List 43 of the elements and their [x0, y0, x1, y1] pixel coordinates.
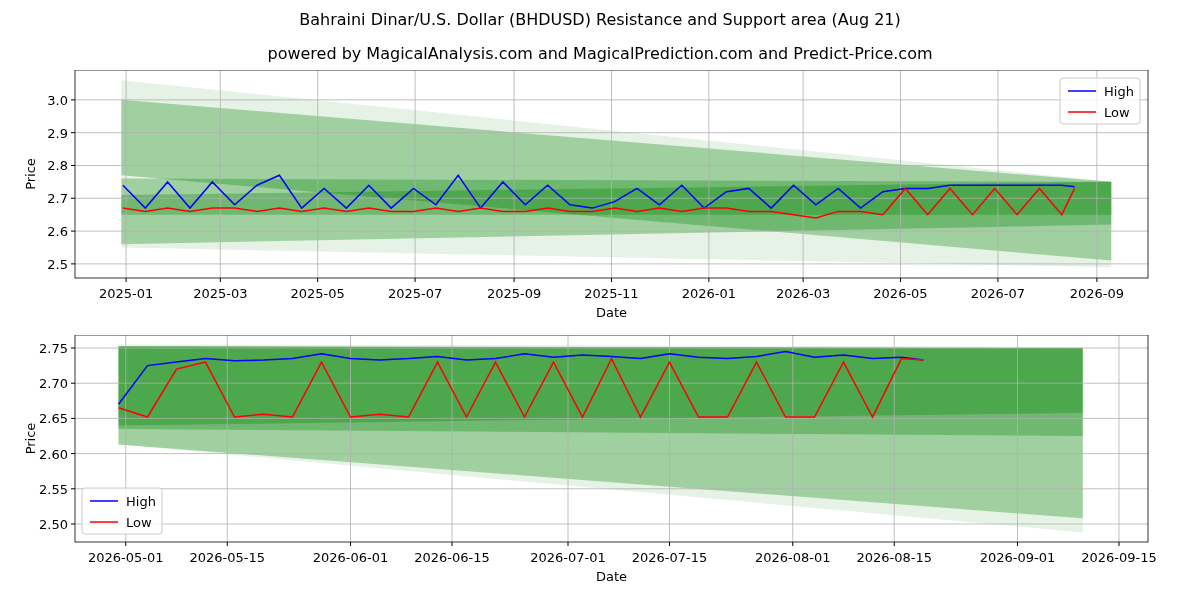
legend-label: High [1104, 84, 1134, 99]
x-tick-label: 2025-05 [290, 286, 345, 301]
x-tick-label: 2026-06-15 [414, 550, 490, 565]
x-tick-label: 2026-09-15 [1081, 550, 1157, 565]
x-tick-label: 2026-01 [681, 286, 737, 301]
legend-label: High [126, 494, 156, 509]
chart-subtitle: powered by MagicalAnalysis.com and MagicalPrediction.com and Predict-Price.com [266, 43, 934, 63]
x-tick-label: 2025-03 [193, 286, 248, 301]
x-tick-label: 2026-06-01 [312, 550, 389, 565]
chart-title: Bahraini Dinar/U.S. Dollar (BHDUSD) Resistance and Support area (Aug 21) [298, 9, 902, 31]
x-tick-label: 2026-07 [970, 286, 1026, 301]
y-tick-label: 2.55 [39, 481, 68, 497]
y-tick-label: 2.50 [39, 517, 68, 532]
x-tick-label: 2025-01 [98, 286, 154, 301]
y-tick-label: 2.70 [39, 376, 68, 392]
x-tick-label: 2026-05-15 [189, 550, 266, 565]
x-tick-label: 2026-07-01 [530, 550, 606, 565]
x-tick-label: 2025-09 [486, 286, 542, 301]
x-tick-label: 2026-09-01 [979, 550, 1056, 565]
y-tick-label: 2.75 [39, 341, 68, 356]
y-axis-label: Price [23, 422, 38, 455]
legend-label: Low [1104, 105, 1130, 120]
y-tick-label: 2.6 [47, 224, 68, 240]
x-axis-label: Date [595, 569, 628, 584]
y-tick-label: 2.5 [47, 256, 68, 272]
x-tick-label: 2026-09 [1069, 286, 1125, 301]
x-tick-label: 2026-08-15 [856, 550, 933, 565]
x-tick-label: 2026-07-15 [631, 550, 708, 565]
x-tick-label: 2026-05-01 [87, 550, 164, 565]
x-tick-label: 2025-11 [584, 286, 639, 301]
y-axis-label: Price [23, 158, 38, 190]
x-tick-label: 2026-05 [873, 286, 928, 301]
y-tick-label: 2.65 [39, 411, 68, 427]
x-tick-label: 2026-03 [775, 286, 831, 301]
y-tick-label: 3.0 [47, 92, 68, 108]
y-tick-label: 2.60 [39, 446, 68, 462]
legend-label: Low [126, 515, 152, 530]
x-axis-label: Date [595, 305, 628, 320]
y-tick-label: 2.8 [47, 158, 68, 174]
y-tick-label: 2.7 [47, 191, 68, 207]
y-tick-label: 2.9 [47, 125, 68, 141]
x-tick-label: 2025-07 [387, 286, 443, 301]
x-tick-label: 2026-08-01 [754, 550, 831, 565]
